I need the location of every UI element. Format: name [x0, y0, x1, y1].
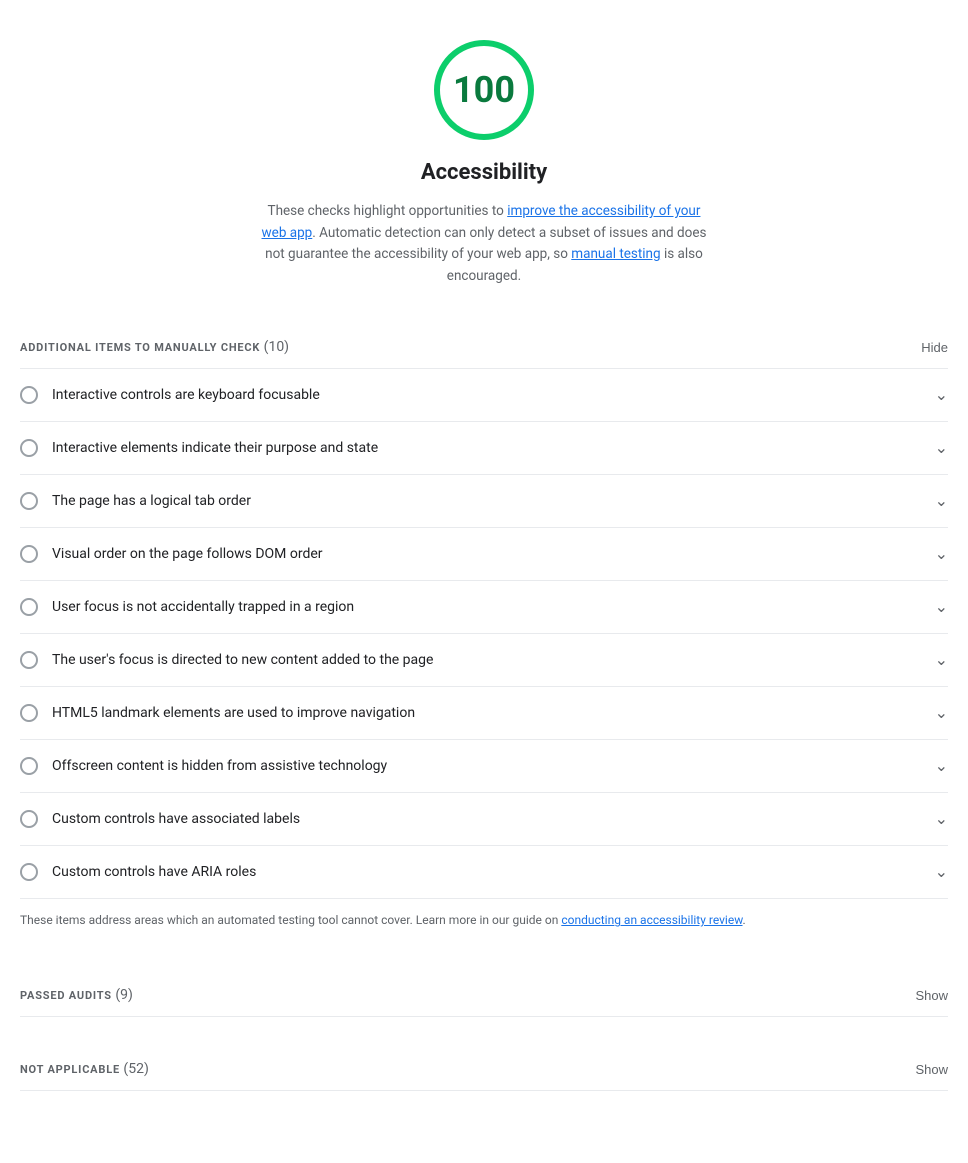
audit-label-1: Interactive controls are keyboard focusa… — [52, 385, 320, 406]
passed-section-header: PASSED AUDITS (9) Show — [20, 975, 948, 1017]
score-circle: 100 — [434, 40, 534, 140]
score-section: 100 Accessibility These checks highlight… — [20, 40, 948, 287]
audit-circle-9 — [20, 810, 38, 828]
audit-item-3[interactable]: The page has a logical tab order ⌄ — [20, 475, 948, 528]
audit-item-6[interactable]: The user's focus is directed to new cont… — [20, 634, 948, 687]
not-applicable-toggle[interactable]: Show — [915, 1062, 948, 1077]
manual-section-toggle[interactable]: Hide — [921, 340, 948, 355]
manual-footer-note: These items address areas which an autom… — [20, 899, 948, 942]
audit-item-7[interactable]: HTML5 landmark elements are used to impr… — [20, 687, 948, 740]
audit-circle-5 — [20, 598, 38, 616]
passed-section-title-group: PASSED AUDITS (9) — [20, 985, 133, 1006]
chevron-down-icon-2: ⌄ — [935, 436, 948, 460]
audit-circle-2 — [20, 439, 38, 457]
not-applicable-count: (52) — [123, 1061, 148, 1077]
audit-item-4[interactable]: Visual order on the page follows DOM ord… — [20, 528, 948, 581]
chevron-down-icon-10: ⌄ — [935, 860, 948, 884]
score-description: These checks highlight opportunities to … — [254, 201, 714, 287]
audit-item-2[interactable]: Interactive elements indicate their purp… — [20, 422, 948, 475]
audit-circle-8 — [20, 757, 38, 775]
audit-circle-4 — [20, 545, 38, 563]
chevron-down-icon-6: ⌄ — [935, 648, 948, 672]
chevron-down-icon-5: ⌄ — [935, 595, 948, 619]
audit-label-5: User focus is not accidentally trapped i… — [52, 597, 354, 618]
not-applicable-section: NOT APPLICABLE (52) Show — [20, 1049, 948, 1091]
audit-list: Interactive controls are keyboard focusa… — [20, 369, 948, 899]
audit-label-4: Visual order on the page follows DOM ord… — [52, 544, 323, 565]
passed-section-count: (9) — [115, 987, 133, 1003]
audit-circle-10 — [20, 863, 38, 881]
page-title: Accessibility — [421, 156, 547, 189]
chevron-down-icon-4: ⌄ — [935, 542, 948, 566]
chevron-down-icon-7: ⌄ — [935, 701, 948, 725]
accessibility-review-link[interactable]: conducting an accessibility review — [561, 913, 742, 927]
not-applicable-title: NOT APPLICABLE — [20, 1063, 120, 1076]
audit-item-8[interactable]: Offscreen content is hidden from assisti… — [20, 740, 948, 793]
audit-circle-6 — [20, 651, 38, 669]
footer-prefix: These items address areas which an autom… — [20, 913, 561, 927]
audit-label-6: The user's focus is directed to new cont… — [52, 650, 433, 671]
passed-audits-section: PASSED AUDITS (9) Show — [20, 975, 948, 1017]
chevron-down-icon-9: ⌄ — [935, 807, 948, 831]
chevron-down-icon-8: ⌄ — [935, 754, 948, 778]
audit-item-1[interactable]: Interactive controls are keyboard focusa… — [20, 369, 948, 422]
passed-section-toggle[interactable]: Show — [915, 988, 948, 1003]
manual-section-header: ADDITIONAL ITEMS TO MANUALLY CHECK (10) … — [20, 327, 948, 369]
manual-testing-link[interactable]: manual testing — [571, 246, 660, 262]
audit-label-10: Custom controls have ARIA roles — [52, 862, 256, 883]
chevron-down-icon-1: ⌄ — [935, 383, 948, 407]
manual-section-title: ADDITIONAL ITEMS TO MANUALLY CHECK — [20, 341, 260, 354]
audit-label-8: Offscreen content is hidden from assisti… — [52, 756, 387, 777]
manual-check-section: ADDITIONAL ITEMS TO MANUALLY CHECK (10) … — [20, 327, 948, 942]
audit-label-2: Interactive elements indicate their purp… — [52, 438, 378, 459]
audit-label-7: HTML5 landmark elements are used to impr… — [52, 703, 415, 724]
audit-circle-3 — [20, 492, 38, 510]
passed-section-title: PASSED AUDITS — [20, 989, 112, 1002]
score-value: 100 — [453, 63, 515, 117]
audit-circle-1 — [20, 386, 38, 404]
chevron-down-icon-3: ⌄ — [935, 489, 948, 513]
not-applicable-header: NOT APPLICABLE (52) Show — [20, 1049, 948, 1091]
audit-item-5[interactable]: User focus is not accidentally trapped i… — [20, 581, 948, 634]
footer-suffix: . — [743, 913, 746, 927]
audit-item-9[interactable]: Custom controls have associated labels ⌄ — [20, 793, 948, 846]
description-prefix: These checks highlight opportunities to — [268, 203, 508, 219]
manual-section-title-group: ADDITIONAL ITEMS TO MANUALLY CHECK (10) — [20, 337, 289, 358]
manual-section-count: (10) — [264, 339, 289, 355]
audit-label-9: Custom controls have associated labels — [52, 809, 300, 830]
audit-circle-7 — [20, 704, 38, 722]
audit-label-3: The page has a logical tab order — [52, 491, 251, 512]
audit-item-10[interactable]: Custom controls have ARIA roles ⌄ — [20, 846, 948, 899]
not-applicable-title-group: NOT APPLICABLE (52) — [20, 1059, 149, 1080]
